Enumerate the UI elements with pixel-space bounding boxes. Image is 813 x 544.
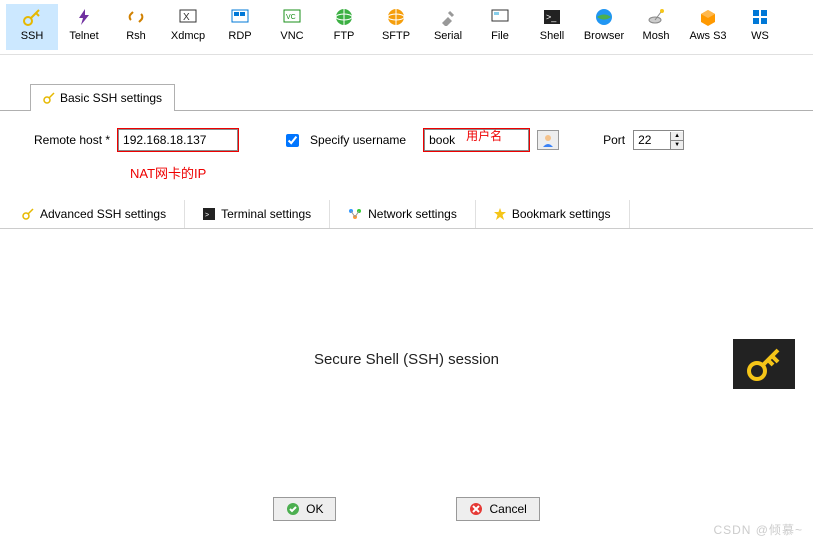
screen-icon bbox=[489, 6, 511, 28]
ssh-basic-form: Remote host * Specify username 用户名 Port … bbox=[0, 111, 813, 169]
watermark: CSDN @倾慕~ bbox=[713, 521, 803, 538]
cancel-label: Cancel bbox=[489, 502, 526, 516]
subtab-network[interactable]: Network settings bbox=[330, 200, 476, 228]
nat-annotation: NAT网卡的IP bbox=[0, 163, 813, 182]
subtab-terminal[interactable]: > Terminal settings bbox=[185, 200, 330, 228]
key-icon bbox=[22, 208, 34, 220]
toolbar-file[interactable]: File bbox=[474, 4, 526, 50]
key-icon bbox=[43, 92, 55, 104]
remote-host-label: Remote host * bbox=[34, 133, 110, 147]
toolbar-label: RDP bbox=[228, 30, 251, 42]
toolbar-ssh[interactable]: SSH bbox=[6, 4, 58, 50]
port-down[interactable]: ▼ bbox=[671, 141, 683, 149]
link-icon bbox=[125, 6, 147, 28]
toolbar-label: VNC bbox=[280, 30, 303, 42]
toolbar-rsh[interactable]: Rsh bbox=[110, 4, 162, 50]
toolbar-xdmcp[interactable]: X Xdmcp bbox=[162, 4, 214, 50]
toolbar-label: WS bbox=[751, 30, 769, 42]
toolbar-rdp[interactable]: RDP bbox=[214, 4, 266, 50]
specify-username-checkbox[interactable] bbox=[286, 134, 299, 147]
username-annotation: 用户名 bbox=[466, 127, 502, 144]
terminal-icon: > bbox=[203, 208, 215, 220]
toolbar-label: Browser bbox=[584, 30, 624, 42]
toolbar-label: SSH bbox=[21, 30, 44, 42]
svg-text:X: X bbox=[183, 12, 190, 23]
port-input[interactable] bbox=[634, 131, 670, 149]
toolbar-ws[interactable]: WS bbox=[734, 4, 786, 50]
svg-text:VC: VC bbox=[286, 14, 296, 21]
toolbar-vnc[interactable]: VC VNC bbox=[266, 4, 318, 50]
basic-ssh-tab[interactable]: Basic SSH settings bbox=[30, 84, 175, 111]
cancel-button[interactable]: Cancel bbox=[456, 497, 539, 521]
toolbar-browser[interactable]: Browser bbox=[578, 4, 630, 50]
ok-button[interactable]: OK bbox=[273, 497, 336, 521]
basic-tab-row: Basic SSH settings bbox=[0, 83, 813, 111]
net-icon bbox=[348, 208, 362, 220]
toolbar-sftp[interactable]: SFTP bbox=[370, 4, 422, 50]
port-spinner[interactable]: ▲▼ bbox=[633, 130, 684, 150]
remote-host-input[interactable] bbox=[118, 129, 238, 151]
subtab-label: Terminal settings bbox=[221, 207, 311, 221]
toolbar-label: Mosh bbox=[643, 30, 670, 42]
session-title: Secure Shell (SSH) session bbox=[314, 351, 499, 368]
star-icon bbox=[494, 208, 506, 220]
toolbar-ftp[interactable]: FTP bbox=[318, 4, 370, 50]
svg-text:>_: >_ bbox=[546, 12, 557, 22]
subtab-bookmark[interactable]: Bookmark settings bbox=[476, 200, 630, 228]
globe-blue-icon bbox=[593, 6, 615, 28]
toolbar-serial[interactable]: Serial bbox=[422, 4, 474, 50]
toolbar-label: Aws S3 bbox=[689, 30, 726, 42]
browse-user-button[interactable] bbox=[537, 130, 559, 150]
toolbar-label: Rsh bbox=[126, 30, 146, 42]
cube-icon bbox=[697, 6, 719, 28]
key-large-icon bbox=[744, 344, 784, 384]
globe-green-icon bbox=[333, 6, 355, 28]
ok-label: OK bbox=[306, 502, 323, 516]
plug-icon bbox=[437, 6, 459, 28]
subtab-label: Network settings bbox=[368, 207, 457, 221]
basic-tab-label: Basic SSH settings bbox=[60, 91, 162, 105]
dialog-buttons: OK Cancel bbox=[0, 489, 813, 535]
subtab-advanced-ssh[interactable]: Advanced SSH settings bbox=[4, 200, 185, 228]
subtab-label: Advanced SSH settings bbox=[40, 207, 166, 221]
specify-username-label: Specify username bbox=[310, 133, 406, 147]
xdm-icon: X bbox=[177, 6, 199, 28]
toolbar-shell[interactable]: >_ Shell bbox=[526, 4, 578, 50]
session-type-toolbar: SSH Telnet Rsh X Xdmcp RDP VC VNC FTP SF… bbox=[0, 0, 813, 55]
terminal-icon: >_ bbox=[541, 6, 563, 28]
toolbar-telnet[interactable]: Telnet bbox=[58, 4, 110, 50]
toolbar-awss3[interactable]: Aws S3 bbox=[682, 4, 734, 50]
win-icon bbox=[749, 6, 771, 28]
port-up[interactable]: ▲ bbox=[671, 132, 683, 141]
session-badge bbox=[733, 339, 795, 389]
session-main-area: Secure Shell (SSH) session bbox=[0, 229, 813, 489]
rdp-icon bbox=[229, 6, 251, 28]
toolbar-mosh[interactable]: Mosh bbox=[630, 4, 682, 50]
dish-icon bbox=[645, 6, 667, 28]
vnc-icon: VC bbox=[281, 6, 303, 28]
toolbar-label: File bbox=[491, 30, 509, 42]
subtab-label: Bookmark settings bbox=[512, 207, 611, 221]
bolt-icon bbox=[73, 6, 95, 28]
toolbar-label: Telnet bbox=[69, 30, 98, 42]
toolbar-label: Xdmcp bbox=[171, 30, 205, 42]
toolbar-label: Shell bbox=[540, 30, 564, 42]
globe-orange-icon bbox=[385, 6, 407, 28]
toolbar-label: FTP bbox=[334, 30, 355, 42]
toolbar-label: SFTP bbox=[382, 30, 410, 42]
check-icon bbox=[286, 502, 300, 516]
key-icon bbox=[21, 6, 43, 28]
toolbar-label: Serial bbox=[434, 30, 462, 42]
settings-subtabs: Advanced SSH settings > Terminal setting… bbox=[0, 200, 813, 229]
svg-text:>: > bbox=[205, 212, 209, 219]
x-icon bbox=[469, 502, 483, 516]
port-label: Port bbox=[603, 133, 625, 147]
